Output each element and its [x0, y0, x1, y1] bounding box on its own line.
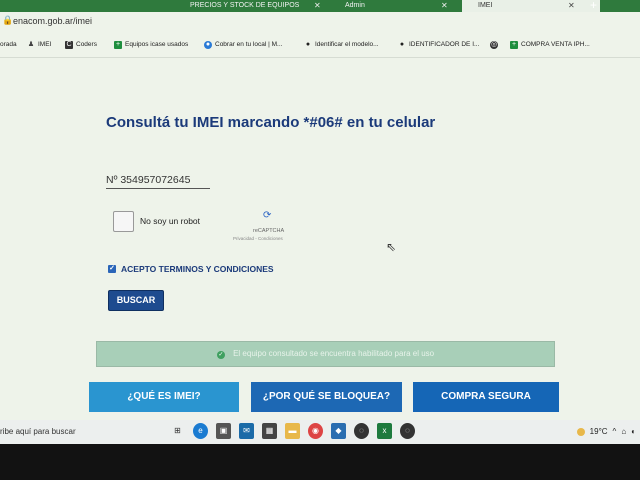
system-tray: 19°C ^ ⌂ ◐	[576, 420, 640, 444]
calculator-icon[interactable]: ▦	[262, 423, 277, 439]
tab-admin[interactable]: Admin	[345, 0, 445, 12]
lock-icon: 🔒	[2, 15, 14, 25]
address-bar[interactable]: 🔒 enacom.gob.ar/imei	[0, 12, 640, 32]
what-is-imei-button[interactable]: ¿QUÉ ES IMEI?	[89, 382, 239, 412]
imei-field[interactable]: Nº 354957072645	[106, 174, 210, 189]
close-icon[interactable]: ✕	[314, 0, 321, 12]
why-blocked-button[interactable]: ¿POR QUÉ SE BLOQUEA?	[251, 382, 402, 412]
bookmark-imei[interactable]: ♟ IMEI	[27, 38, 52, 51]
page-title: Consultá tu IMEI marcando *#06# en tu ce…	[106, 114, 436, 131]
recaptcha-widget: No soy un robot ⟳ reCAPTCHA Privacidad -…	[113, 210, 293, 246]
terms-label: ACEPTO TERMINOS Y CONDICIONES	[121, 264, 274, 274]
captcha-label: No soy un robot	[140, 216, 201, 226]
chrome-icon[interactable]: ◉	[308, 423, 323, 439]
bookmark-label: Cobrar en tu local | M...	[215, 41, 283, 48]
edge-icon[interactable]: e	[193, 423, 208, 439]
bookmark-equipos[interactable]: + Equipos icase usados	[114, 38, 188, 51]
folder-icon[interactable]: ▬	[285, 423, 300, 439]
weather-icon[interactable]	[576, 428, 585, 436]
mail-icon[interactable]: ✉	[239, 423, 254, 439]
bookmark-compra-venta[interactable]: + COMPRA VENTA IPH...	[510, 38, 590, 51]
bookmarks-bar: orada ♟ IMEI C Coders + Equipos icase us…	[0, 32, 640, 58]
tab-label: IMEI	[478, 2, 493, 9]
bookmark-orada[interactable]: orada	[0, 38, 17, 51]
imei-value[interactable]: 354957072645	[120, 174, 190, 186]
tab-strip: PRECIOS Y STOCK DE EQUIPOS ✕ Admin ✕ IME…	[0, 0, 640, 12]
taskbar-search[interactable]: ribe aquí para buscar	[0, 420, 165, 444]
network-icon[interactable]: ⌂	[621, 420, 626, 444]
captcha-links[interactable]: Privacidad - Condiciones	[233, 236, 283, 241]
new-tab-button[interactable]: +	[590, 0, 597, 12]
checkbox-checked-icon[interactable]: ✓	[108, 265, 116, 273]
bookmark-cobrar[interactable]: ● Cobrar en tu local | M...	[204, 38, 282, 51]
bookmark-label: IDENTIFICADOR DE I...	[409, 41, 480, 48]
safe-purchase-button[interactable]: COMPRA SEGURA	[413, 382, 559, 412]
terms-checkbox-row[interactable]: ✓ ACEPTO TERMINOS Y CONDICIONES	[108, 264, 274, 274]
apple-icon: ●	[399, 40, 405, 48]
whatsapp-icon[interactable]: ◌	[354, 423, 369, 439]
recaptcha-icon: ⟳	[263, 210, 272, 221]
bookmark-label: COMPRA VENTA IPH...	[521, 41, 590, 48]
tab-label: Admin	[345, 2, 365, 9]
taskbar-apps: ⊞ e ▣ ✉ ▦ ▬ ◉ ◆ ◌ x ◌	[170, 423, 415, 439]
bookmark-identificar[interactable]: ● Identificar el modelo...	[304, 38, 379, 51]
sheets-icon: +	[510, 40, 518, 49]
result-status-bar: ✓ El equipo consultado se encuentra habi…	[96, 341, 555, 367]
url-text[interactable]: enacom.gob.ar/imei	[13, 16, 92, 26]
captcha-brand: reCAPTCHA	[253, 228, 285, 234]
windows-taskbar: ribe aquí para buscar ⊞ e ▣ ✉ ▦ ▬ ◉ ◆ ◌ …	[0, 420, 640, 444]
bookmark-label: orada	[0, 41, 17, 48]
temperature[interactable]: 19°C	[590, 420, 608, 444]
bookmark-globe[interactable]: ◎	[490, 38, 498, 51]
task-view-icon[interactable]: ⊞	[170, 423, 185, 439]
bookmark-label: Equipos icase usados	[125, 41, 189, 48]
bookmark-label: IMEI	[38, 41, 52, 48]
mouse-cursor-icon: ⇖	[386, 240, 397, 254]
bookmark-coders[interactable]: C Coders	[65, 38, 97, 51]
check-circle-icon: ✓	[216, 351, 225, 359]
imei-icon: ♟	[27, 40, 35, 48]
globe-icon: ◎	[490, 40, 498, 49]
tab-imei[interactable]: IMEI	[462, 0, 600, 12]
tab-precios[interactable]: PRECIOS Y STOCK DE EQUIPOS	[190, 0, 330, 12]
imei-prefix: Nº	[106, 174, 118, 186]
mercadopago-icon: ●	[204, 40, 212, 49]
store-icon[interactable]: ▣	[216, 423, 231, 439]
close-icon[interactable]: ✕	[568, 0, 575, 12]
sheets-icon: +	[114, 40, 122, 49]
captcha-checkbox[interactable]	[113, 211, 134, 232]
excel-icon[interactable]: x	[377, 423, 392, 439]
whatsapp-icon[interactable]: ◌	[400, 423, 415, 439]
apple-icon: ●	[305, 40, 311, 48]
monitor-bezel	[0, 444, 640, 480]
bookmark-label: Identificar el modelo...	[315, 41, 379, 48]
volume-icon[interactable]: ◐	[631, 420, 636, 444]
bookmark-label: Coders	[76, 41, 97, 48]
chevron-up-icon[interactable]: ^	[613, 420, 617, 444]
tab-label: PRECIOS Y STOCK DE EQUIPOS	[190, 2, 300, 9]
close-icon[interactable]: ✕	[441, 0, 448, 12]
page-content: Consultá tu IMEI marcando *#06# en tu ce…	[0, 58, 640, 420]
bookmark-identificador[interactable]: ● IDENTIFICADOR DE I...	[398, 38, 480, 51]
app-icon[interactable]: ◆	[331, 423, 346, 439]
result-message: El equipo consultado se encuentra habili…	[233, 349, 435, 358]
search-button[interactable]: BUSCAR	[108, 290, 164, 311]
coders-icon: C	[65, 40, 73, 49]
